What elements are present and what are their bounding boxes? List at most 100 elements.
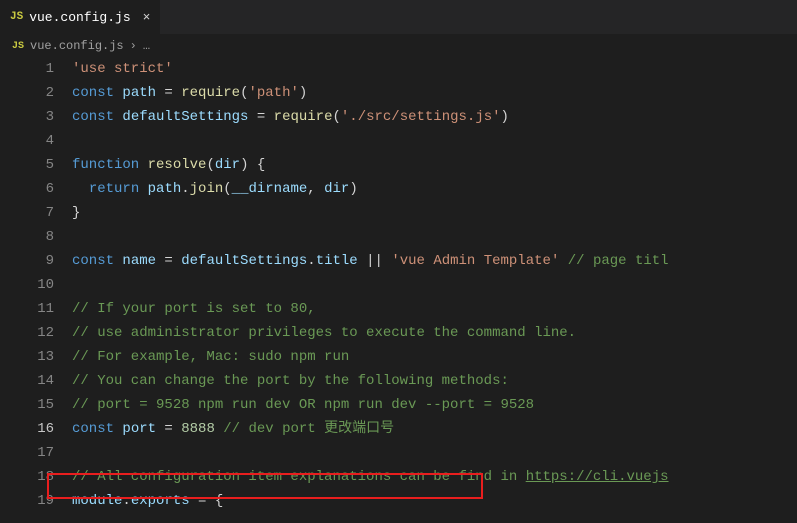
token-fn: join <box>190 181 224 197</box>
token-punc: . <box>122 493 130 509</box>
token-comment: // If your port is set to 80, <box>72 301 316 317</box>
token-op <box>139 157 147 173</box>
token-punc: ) <box>501 109 509 125</box>
token-brace: { <box>215 493 223 509</box>
line-number: 19 <box>10 489 54 513</box>
token-punc: ) <box>240 157 257 173</box>
token-kw: const <box>72 109 114 125</box>
code-line[interactable] <box>72 441 797 465</box>
token-punc: . <box>307 253 315 269</box>
token-kw: const <box>72 253 114 269</box>
code-line[interactable]: // use administrator privileges to execu… <box>72 321 797 345</box>
token-op <box>559 253 567 269</box>
code-line[interactable]: const defaultSettings = require('./src/s… <box>72 105 797 129</box>
token-comment: // page titl <box>568 253 669 269</box>
close-icon[interactable]: × <box>143 10 151 25</box>
token-str: 'use strict' <box>72 61 173 77</box>
code-editor[interactable]: 12345678910111213141516171819 'use stric… <box>0 57 797 513</box>
token-brace: } <box>72 205 80 221</box>
breadcrumb[interactable]: JS vue.config.js › … <box>0 35 797 57</box>
token-var: port <box>122 421 156 437</box>
token-op: = <box>156 421 181 437</box>
tab-bar: JS vue.config.js × <box>0 0 797 35</box>
token-op <box>139 181 147 197</box>
code-line[interactable]: // port = 9528 npm run dev OR npm run de… <box>72 393 797 417</box>
token-op: = <box>156 85 181 101</box>
chevron-right-icon: › <box>130 39 137 53</box>
line-number: 12 <box>10 321 54 345</box>
token-fn: resolve <box>148 157 207 173</box>
token-var: dir <box>215 157 240 173</box>
line-number: 17 <box>10 441 54 465</box>
code-area[interactable]: 'use strict'const path = require('path')… <box>72 57 797 513</box>
line-number: 16 <box>10 417 54 441</box>
code-line[interactable]: return path.join(__dirname, dir) <box>72 177 797 201</box>
tab-active[interactable]: JS vue.config.js × <box>0 0 161 34</box>
token-kw: function <box>72 157 139 173</box>
line-number: 1 <box>10 57 54 81</box>
token-punc: ( <box>332 109 340 125</box>
token-punc: ) <box>349 181 357 197</box>
token-comment: // All configuration item explanations c… <box>72 469 526 485</box>
line-number: 6 <box>10 177 54 201</box>
token-comment: // dev port 更改端口号 <box>223 421 394 437</box>
token-comment: // port = 9528 npm run dev OR npm run de… <box>72 397 534 413</box>
token-prop: title <box>316 253 358 269</box>
line-number: 8 <box>10 225 54 249</box>
token-str: './src/settings.js' <box>341 109 501 125</box>
line-number: 5 <box>10 153 54 177</box>
token-str: 'path' <box>248 85 298 101</box>
js-icon: JS <box>10 11 23 23</box>
token-kw: const <box>72 421 114 437</box>
token-comment: // For example, Mac: sudo npm run <box>72 349 349 365</box>
token-var: dir <box>324 181 349 197</box>
line-number: 13 <box>10 345 54 369</box>
token-prop: exports <box>131 493 190 509</box>
code-line[interactable]: const port = 8888 // dev port 更改端口号 <box>72 417 797 441</box>
token-comment: // You can change the port by the follow… <box>72 373 509 389</box>
line-number: 18 <box>10 465 54 489</box>
token-fn: require <box>274 109 333 125</box>
code-line[interactable]: 'use strict' <box>72 57 797 81</box>
line-number: 14 <box>10 369 54 393</box>
code-line[interactable]: // For example, Mac: sudo npm run <box>72 345 797 369</box>
token-fn: require <box>181 85 240 101</box>
token-op: = <box>248 109 273 125</box>
token-brace: { <box>257 157 265 173</box>
token-var: __dirname <box>232 181 308 197</box>
token-op <box>215 421 223 437</box>
token-num: 8888 <box>181 421 215 437</box>
token-kw: const <box>72 85 114 101</box>
code-line[interactable]: const name = defaultSettings.title || 'v… <box>72 249 797 273</box>
code-line[interactable] <box>72 273 797 297</box>
token-var: name <box>122 253 156 269</box>
token-link: https://cli.vuejs <box>526 469 669 485</box>
token-var: path <box>122 85 156 101</box>
breadcrumb-more: … <box>143 39 150 53</box>
breadcrumb-file: vue.config.js <box>30 39 124 53</box>
code-line[interactable] <box>72 129 797 153</box>
line-number: 9 <box>10 249 54 273</box>
code-line[interactable] <box>72 225 797 249</box>
token-op <box>72 181 89 197</box>
token-punc: , <box>307 181 324 197</box>
code-line[interactable]: function resolve(dir) { <box>72 153 797 177</box>
code-line[interactable]: // All configuration item explanations c… <box>72 465 797 489</box>
code-line[interactable]: // If your port is set to 80, <box>72 297 797 321</box>
line-number: 2 <box>10 81 54 105</box>
token-kw: return <box>89 181 139 197</box>
line-number: 15 <box>10 393 54 417</box>
token-var: defaultSettings <box>122 109 248 125</box>
line-number: 4 <box>10 129 54 153</box>
token-punc: ) <box>299 85 307 101</box>
code-line[interactable]: const path = require('path') <box>72 81 797 105</box>
code-line[interactable]: } <box>72 201 797 225</box>
code-line[interactable]: module.exports = { <box>72 489 797 513</box>
token-op: = <box>190 493 215 509</box>
code-line[interactable]: // You can change the port by the follow… <box>72 369 797 393</box>
token-var: module <box>72 493 122 509</box>
tab-filename: vue.config.js <box>29 10 130 25</box>
token-str: 'vue Admin Template' <box>391 253 559 269</box>
token-op: = <box>156 253 181 269</box>
line-number: 11 <box>10 297 54 321</box>
